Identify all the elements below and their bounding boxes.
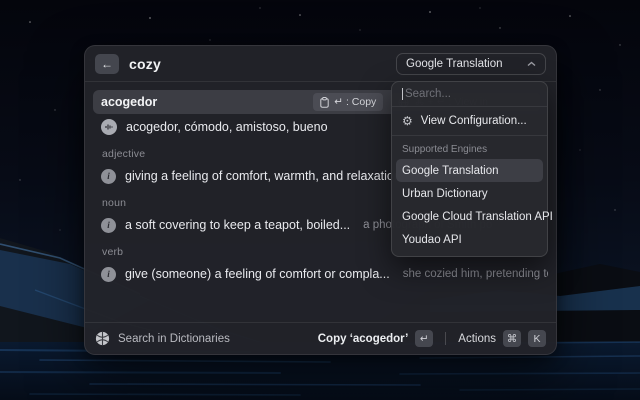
primary-action-button[interactable]: Copy ‘acogedor’ ↵ [318,330,434,347]
engine-item-urban-dictionary[interactable]: Urban Dictionary [396,182,543,205]
supported-engines-label: Supported Engines [392,136,547,159]
back-arrow-icon: ← [101,58,113,70]
definition-text: give (someone) a feeling of comfort or c… [125,267,390,281]
definition-row-verb[interactable]: i give (someone) a feeling of comfort or… [93,261,548,287]
back-button[interactable]: ← [95,54,119,74]
actions-menu-button[interactable]: Actions ⌘ K [458,330,546,347]
action-bar: Search in Dictionaries Copy ‘acogedor’ ↵… [85,322,556,354]
engine-item-google-cloud-translation-api[interactable]: Google Cloud Translation API [396,205,543,228]
dropdown-search-field[interactable] [392,82,547,107]
view-configuration-label: View Configuration... [421,115,527,127]
info-icon: i [101,169,116,184]
return-keycap: ↵ [415,330,433,347]
engine-trigger-label: Google Translation [406,58,503,70]
definition-text: giving a feeling of comfort, warmth, and… [125,169,404,183]
k-keycap: K [528,330,546,347]
info-icon: i [101,267,116,282]
search-header[interactable]: ← cozy Google Translation [85,46,556,82]
info-icon: i [101,218,116,233]
view-configuration-item[interactable]: ⚙ View Configuration... [392,107,547,134]
chevron-up-icon [527,61,536,67]
gear-icon: ⚙ [402,115,413,127]
search-query[interactable]: cozy [129,56,386,72]
primary-action-label: Copy ‘acogedor’ [318,333,409,345]
waveform-icon [101,119,117,135]
example-text: she cozied him, pretending to find him i… [403,268,548,280]
selected-result-title: acogedor [101,95,305,109]
engine-item-youdao-api[interactable]: Youdao API [396,228,543,251]
engine-dropdown-trigger[interactable]: Google Translation [396,53,546,75]
copy-hint-label: ↵ : Copy [334,96,376,108]
engine-item-google-translation[interactable]: Google Translation [396,159,543,182]
translation-text: acogedor, cómodo, amistoso, bueno [126,120,328,134]
dictionary-app-icon [95,331,110,346]
definition-text: a soft covering to keep a teapot, boiled… [125,218,350,232]
clipboard-icon [320,97,329,108]
copy-hint-badge: ↵ : Copy [313,93,383,111]
app-window: ← cozy Google Translation acogedor ↵ : C… [84,45,557,355]
footer-divider [445,332,446,345]
engine-dropdown-panel: ⚙ View Configuration... Supported Engine… [391,81,548,257]
command-keycap: ⌘ [503,330,521,347]
command-name: Search in Dictionaries [118,333,230,345]
text-caret [402,88,403,100]
dropdown-search-input[interactable] [404,88,537,100]
command-info: Search in Dictionaries [95,331,310,346]
actions-label: Actions [458,333,496,345]
